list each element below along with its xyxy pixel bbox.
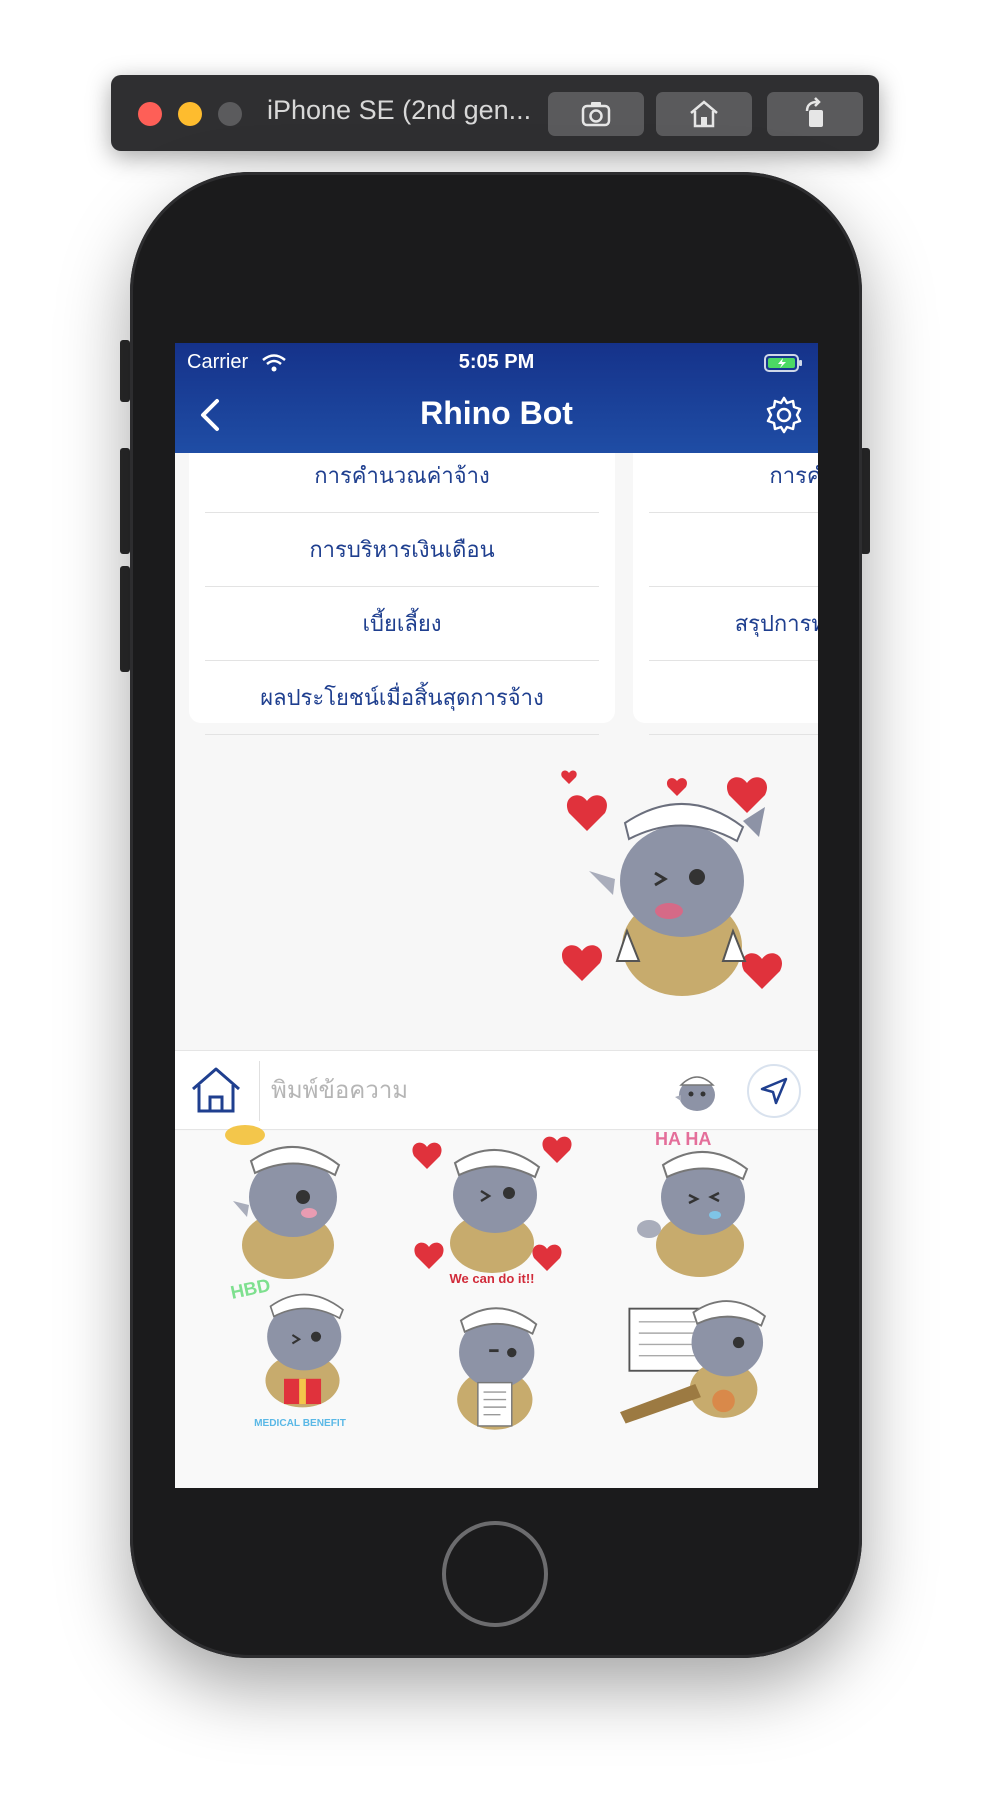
menu-item-allowance[interactable]: เบี้ยเลี้ยง [205, 587, 599, 661]
menu-item-wage-calculation[interactable]: การคำนวณค่าจ้าง [205, 439, 599, 513]
volume-down-button [120, 566, 130, 672]
menu-card: การคำนวณค่าจ้าง การบริหารเงินเดือน เบี้ย… [189, 453, 615, 735]
sent-sticker [561, 770, 783, 996]
home-icon [690, 100, 718, 128]
minimize-window-button[interactable] [178, 102, 202, 126]
sticker-item[interactable] [615, 1271, 785, 1431]
menu-item[interactable] [649, 513, 818, 587]
navigation-bar: Carrier 5:05 PM Rhino Bot [175, 343, 818, 453]
mute-switch [120, 340, 130, 402]
menu-item[interactable] [649, 661, 818, 735]
sticker-item[interactable]: HA HA [615, 1125, 785, 1285]
sticker-caption: MEDICAL BENEFIT [254, 1418, 347, 1429]
sticker-item[interactable]: We can do it!! [407, 1125, 577, 1285]
sticker-button[interactable] [667, 1061, 727, 1121]
status-time: 5:05 PM [458, 351, 535, 373]
send-icon [760, 1077, 788, 1105]
zoom-window-button[interactable] [218, 102, 242, 126]
sticker-caption: HBD [229, 1274, 273, 1303]
sticker-caption: HA HA [655, 1129, 711, 1149]
menu-item-salary-management[interactable]: การบริหารเงินเดือน [205, 513, 599, 587]
screenshot-button[interactable] [548, 92, 644, 136]
menu-item-termination-benefits[interactable]: ผลประโยชน์เมื่อสิ้นสุดการจ้าง [205, 661, 599, 735]
menu-item[interactable]: สรุปการทำง [649, 587, 818, 661]
home-icon[interactable] [189, 1063, 243, 1117]
menu-card-next: การคำน สรุปการทำง [633, 453, 818, 735]
message-input[interactable] [271, 1067, 651, 1115]
menu-item[interactable]: การคำน [649, 439, 818, 513]
phone-home-button[interactable] [442, 1521, 548, 1627]
sticker-item[interactable] [203, 1125, 373, 1285]
divider [259, 1061, 260, 1121]
sticker-item[interactable] [235, 1461, 405, 1488]
close-window-button[interactable] [138, 102, 162, 126]
screenshot-icon [581, 102, 611, 127]
settings-button[interactable] [764, 395, 804, 435]
volume-up-button [120, 448, 130, 554]
send-button[interactable] [747, 1064, 801, 1118]
sticker-item[interactable]: HBD MEDICAL BENEFIT [215, 1271, 385, 1431]
message-input-bar [175, 1050, 818, 1130]
gear-icon [766, 396, 802, 434]
phone-screen: Carrier 5:05 PM Rhino Bot การคำนวณค่าจ้า… [175, 343, 818, 1488]
rotate-icon [805, 97, 823, 127]
battery-icon [764, 354, 802, 372]
page-title: Rhino Bot [420, 395, 573, 431]
simulator-title: iPhone SE (2nd gen... [267, 95, 532, 125]
rotate-button[interactable] [767, 92, 863, 136]
sticker-item[interactable] [407, 1281, 577, 1441]
simulator-title-bar: iPhone SE (2nd gen... [111, 75, 879, 151]
home-button-sim[interactable] [656, 92, 752, 136]
sticker-picker: We can do it!! HA HA HBD MEDICAL BENEFIT [175, 1125, 818, 1488]
